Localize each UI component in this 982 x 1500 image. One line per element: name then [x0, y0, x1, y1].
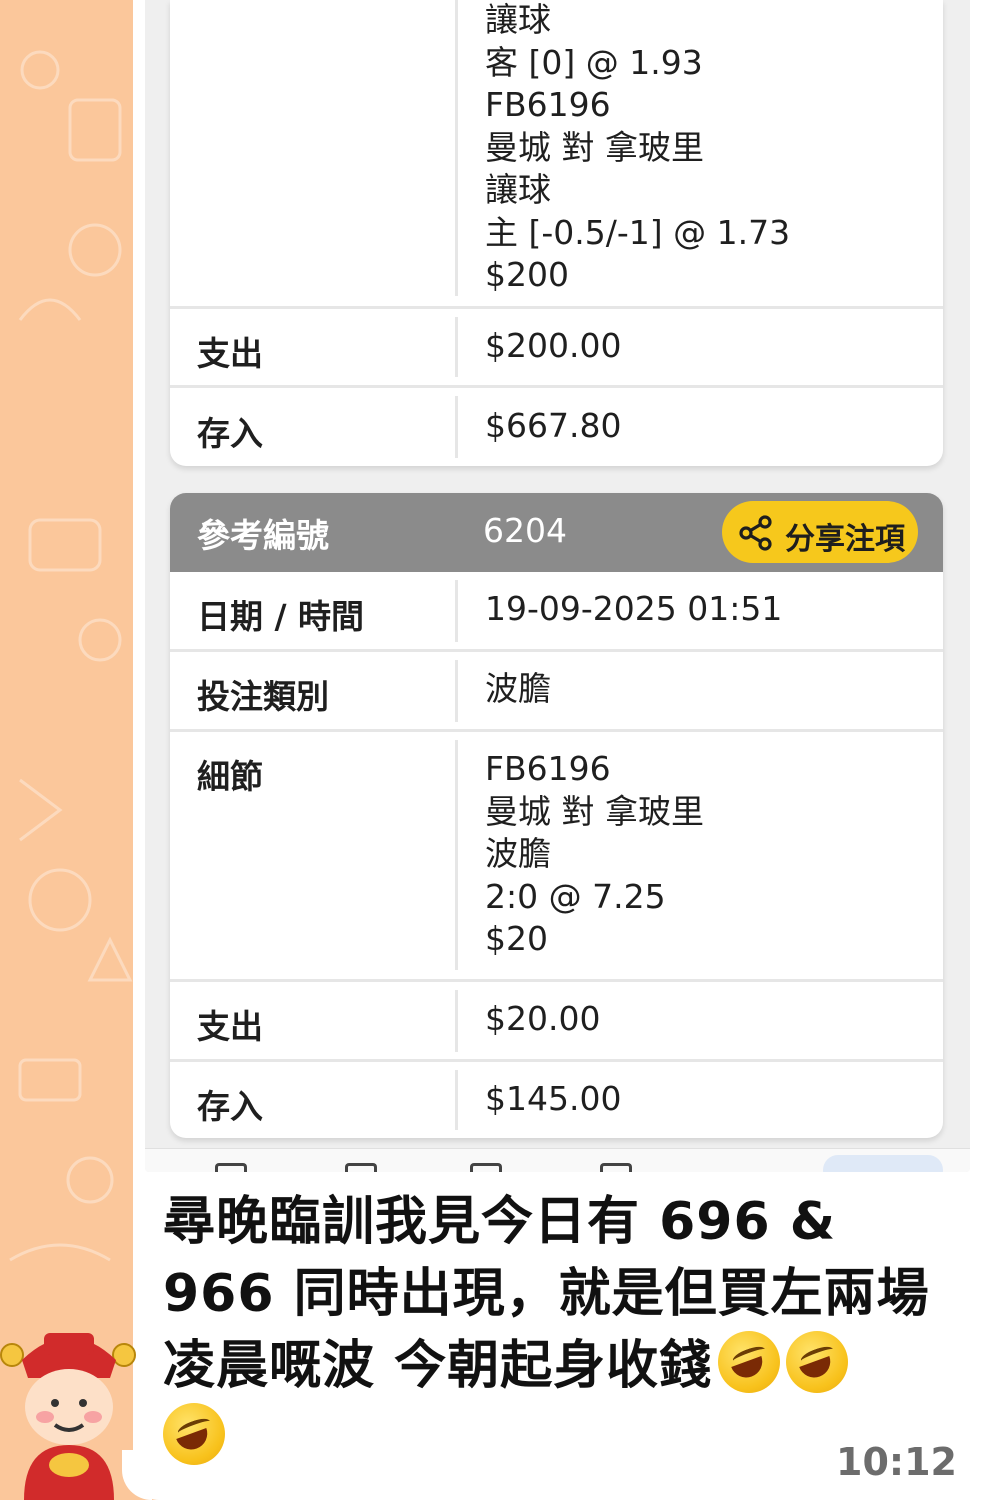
bet-record-card: 參考編號 6204 分享注項 日期 / 時間 19-09-2025 01:51 …: [170, 493, 943, 1138]
laughing-emoji-icon: [718, 1331, 781, 1393]
expense-value: $200.00: [485, 326, 622, 365]
home-icon[interactable]: [215, 1163, 247, 1172]
datetime-value: 19-09-2025 01:51: [485, 589, 783, 628]
details-row: 讓球 客 [0] @ 1.93 FB6196 曼城 對 拿玻里 讓球 主 [-0…: [170, 0, 943, 309]
share-icon: [739, 515, 772, 551]
account-tab-active[interactable]: [823, 1155, 943, 1172]
message-timestamp: 10:12: [836, 1440, 957, 1484]
bet-type-label: 投注類別: [197, 677, 329, 716]
expense-row: 支出 $200.00: [170, 309, 943, 388]
details-row: 細節 FB6196 曼城 對 拿玻里 波膽 2:0 @ 7.25 $20: [170, 732, 943, 982]
betslip-icon[interactable]: [470, 1163, 502, 1172]
laughing-emoji-icon: [163, 1403, 225, 1465]
reference-value: 6204: [483, 511, 567, 550]
expense-row: 支出 $20.00: [170, 982, 943, 1062]
details-value: FB6196 曼城 對 拿玻里 波膽 2:0 @ 7.25 $20: [485, 749, 704, 958]
message-text-block: 尋晚臨訓我見今日有 696 & 966 同時出現，就是但買左兩場凌晨嘅波 今朝起…: [163, 1186, 953, 1474]
laughing-emoji-icon: [786, 1331, 849, 1393]
bet-type-row: 投注類別 波膽: [170, 652, 943, 732]
deposit-row: 存入 $667.80: [170, 388, 943, 466]
datetime-row: 日期 / 時間 19-09-2025 01:51: [170, 572, 943, 652]
share-bet-button[interactable]: 分享注項: [722, 501, 918, 563]
share-bet-label: 分享注項: [785, 522, 905, 557]
wallpaper-pattern: [9, 50, 133, 1262]
bet-record-card-previous: 讓球 客 [0] @ 1.93 FB6196 曼城 對 拿玻里 讓球 主 [-0…: [170, 0, 943, 466]
sender-avatar[interactable]: [0, 1325, 138, 1500]
bottom-tab-bar: [145, 1148, 970, 1172]
deposit-label: 存入: [197, 414, 263, 453]
expense-label: 支出: [197, 1007, 263, 1046]
deposit-label: 存入: [197, 1087, 263, 1126]
deposit-row: 存入 $145.00: [170, 1062, 943, 1138]
details-label: 細節: [197, 757, 263, 796]
deposit-value: $145.00: [485, 1079, 622, 1118]
sports-icon[interactable]: [345, 1163, 377, 1172]
expense-value: $20.00: [485, 999, 601, 1038]
expense-label: 支出: [197, 334, 263, 373]
details-value: 讓球 客 [0] @ 1.93 FB6196 曼城 對 拿玻里 讓球 主 [-0…: [485, 0, 791, 294]
reference-header: 參考編號 6204 分享注項: [170, 493, 943, 572]
deposit-value: $667.80: [485, 406, 622, 445]
records-icon[interactable]: [600, 1163, 632, 1172]
datetime-label: 日期 / 時間: [197, 597, 365, 636]
betting-record-screenshot[interactable]: 讓球 客 [0] @ 1.93 FB6196 曼城 對 拿玻里 讓球 主 [-0…: [145, 0, 970, 1172]
reference-label: 參考編號: [197, 516, 329, 555]
bet-type-value: 波膽: [485, 669, 551, 708]
